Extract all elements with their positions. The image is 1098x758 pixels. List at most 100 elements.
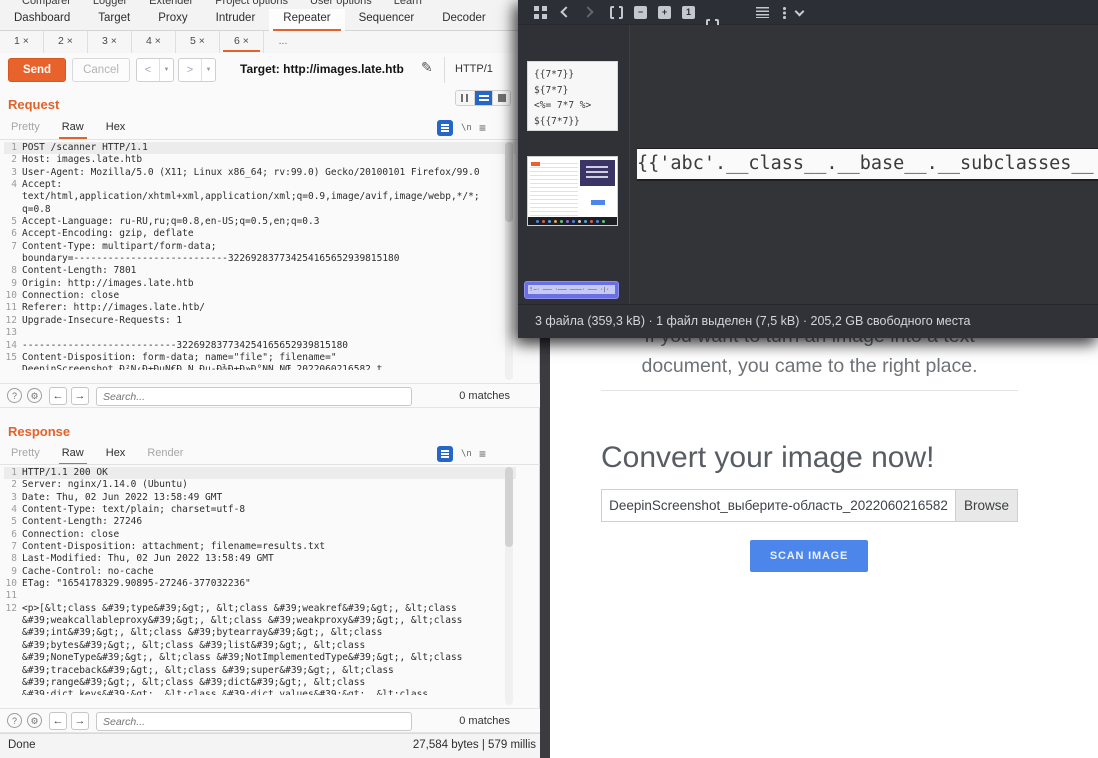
file-upload-input[interactable]: DeepinScreenshot_выберите-область_202206… <box>601 489 1018 522</box>
line-number: 6 <box>4 228 17 240</box>
back-arrow-icon: < <box>137 59 159 81</box>
burp-main-tab[interactable]: Sequencer <box>345 9 429 31</box>
gear-icon[interactable]: ⚙ <box>27 713 42 728</box>
line-number: 13 <box>4 327 17 339</box>
repeater-tab[interactable]: 3 × <box>88 31 132 53</box>
response-line: 5Content-Length: 27246 <box>4 516 516 528</box>
response-scrollbar-thumb[interactable] <box>505 467 513 547</box>
search-prev-button[interactable]: ← <box>49 387 67 405</box>
line-text: text/html,application/xhtml+xml,applicat… <box>22 191 480 203</box>
kebab-menu-icon[interactable] <box>778 6 791 19</box>
line-text: Origin: http://images.late.htb <box>22 278 194 290</box>
image-file-thumbnail[interactable] <box>527 156 618 226</box>
response-line: &#39;int&#39;&gt;, &lt;class &#39;bytear… <box>4 627 516 639</box>
request-search-input[interactable] <box>96 387 412 406</box>
response-view-tab[interactable]: Hex <box>95 445 137 464</box>
layout-columns-button[interactable] <box>456 91 474 105</box>
repeater-tab[interactable]: ... <box>264 31 302 53</box>
line-text: Content-Length: 7801 <box>22 265 136 277</box>
request-view-tab[interactable]: Raw <box>51 119 95 138</box>
status-metrics: 27,584 bytes | 579 millis <box>413 739 536 751</box>
line-text: Content-Type: multipart/form-data; <box>22 241 216 253</box>
request-scrollbar-thumb[interactable] <box>505 142 513 222</box>
line-text: ---------------------------3226928377342… <box>22 340 348 352</box>
line-text: <p>[&lt;class &#39;type&#39;&gt;, &lt;cl… <box>22 603 457 615</box>
prev-request-button[interactable]: < ▼ <box>136 58 174 82</box>
search-prev-button[interactable]: ← <box>49 712 67 730</box>
response-view-tab[interactable]: Render <box>136 445 194 464</box>
http-version-label[interactable]: HTTP/1 <box>455 63 493 75</box>
caret-down-icon[interactable]: ▼ <box>201 59 215 81</box>
response-search-input[interactable] <box>96 712 412 731</box>
request-line: q=0.8 <box>4 204 516 216</box>
zoom-out-icon[interactable]: − <box>634 6 647 19</box>
burp-main-tab[interactable]: Repeater <box>269 9 344 31</box>
burp-top-tab[interactable]: Project options <box>215 0 288 7</box>
newline-toggle-icon[interactable]: \n <box>461 123 472 133</box>
line-text: ETag: "1654178329.90895-27246-377032236" <box>22 578 251 590</box>
line-number: 11 <box>4 590 17 602</box>
repeater-tab[interactable]: 2 × <box>44 31 88 53</box>
burp-top-tab[interactable]: Learn <box>394 0 422 7</box>
gear-icon[interactable]: ⚙ <box>27 388 42 403</box>
browse-button[interactable]: Browse <box>955 490 1017 521</box>
selected-file-item[interactable]: ⠇–· ––– ·––– ––––· ––– ·|· <box>524 281 619 299</box>
layout-single-button[interactable] <box>492 91 510 105</box>
fit-window-icon[interactable] <box>610 6 623 19</box>
burp-top-tab[interactable]: Comparer <box>22 0 71 7</box>
zoom-original-icon[interactable]: 1 <box>682 6 695 19</box>
send-button[interactable]: Send <box>8 58 66 82</box>
request-view-tab[interactable]: Pretty <box>0 119 51 138</box>
zoom-in-icon[interactable]: + <box>658 6 671 19</box>
forward-arrow-icon: > <box>179 59 201 81</box>
layout-rows-button[interactable] <box>474 91 492 105</box>
response-view-tab[interactable]: Raw <box>51 445 95 464</box>
line-number: 4 <box>4 179 17 191</box>
repeater-tab[interactable]: 5 × <box>176 31 220 53</box>
repeater-tab[interactable]: 4 × <box>132 31 176 53</box>
request-view-tab[interactable]: Hex <box>95 119 137 138</box>
repeater-tab[interactable]: 6 × <box>220 31 264 53</box>
burp-top-tab[interactable]: Logger <box>93 0 127 7</box>
request-editor[interactable]: 1POST /scanner HTTP/1.1 2Host: images.la… <box>0 142 516 383</box>
request-line: 10Connection: close <box>4 290 516 302</box>
search-next-button[interactable]: → <box>71 712 89 730</box>
response-view-tab[interactable]: Pretty <box>0 445 51 464</box>
beautify-icon[interactable] <box>437 446 453 462</box>
newline-toggle-icon[interactable]: \n <box>461 449 472 459</box>
beautify-icon[interactable] <box>437 120 453 136</box>
line-number <box>4 652 17 664</box>
burp-top-tab[interactable]: User options <box>310 0 372 7</box>
cancel-button[interactable]: Cancel <box>72 58 130 82</box>
caret-down-icon[interactable]: ▼ <box>159 59 173 81</box>
edit-pencil-icon[interactable]: ✎ <box>421 59 433 76</box>
request-line: 1POST /scanner HTTP/1.1 <box>4 142 516 154</box>
folder-view-grid-icon[interactable] <box>534 6 547 19</box>
chevron-down-icon[interactable] <box>795 7 805 17</box>
response-editor[interactable]: 1HTTP/1.1 200 OK 2Server: nginx/1.14.0 (… <box>0 467 516 707</box>
burp-main-tab[interactable]: Decoder <box>428 9 499 31</box>
help-icon[interactable]: ? <box>7 713 22 728</box>
scan-image-button[interactable]: SCAN IMAGE <box>750 540 868 572</box>
divider <box>0 464 540 465</box>
burp-main-tab[interactable]: Dashboard <box>0 9 84 31</box>
editor-menu-icon[interactable]: ≡ <box>479 447 486 461</box>
search-next-button[interactable]: → <box>71 387 89 405</box>
forward-icon[interactable] <box>582 6 593 17</box>
burp-main-tab[interactable]: Intruder <box>202 9 270 31</box>
text-file-thumbnail[interactable]: {{7*7}} ${7*7} <%= 7*7 %> ${{7*7}} <box>527 61 618 131</box>
repeater-tab[interactable]: 1 × <box>0 31 44 53</box>
next-request-button[interactable]: > ▼ <box>178 58 216 82</box>
burp-main-tab[interactable]: Target <box>84 9 144 31</box>
fm-content-area[interactable]: {{'abc'.__class__.__base__.__subclasses_… <box>631 25 1098 304</box>
line-text: boundary=---------------------------3226… <box>22 253 400 265</box>
editor-menu-icon[interactable]: ≡ <box>479 121 486 135</box>
list-view-icon[interactable] <box>756 7 769 18</box>
request-line: 8Content-Length: 7801 <box>4 265 516 277</box>
selected-file-preview: ⠇–· ––– ·––– ––––· ––– ·|· <box>528 285 615 294</box>
burp-main-tab[interactable]: Proxy <box>144 9 201 31</box>
line-number: 10 <box>4 578 17 590</box>
help-icon[interactable]: ? <box>7 388 22 403</box>
burp-top-tab[interactable]: Extender <box>149 0 193 7</box>
back-icon[interactable] <box>560 6 571 17</box>
